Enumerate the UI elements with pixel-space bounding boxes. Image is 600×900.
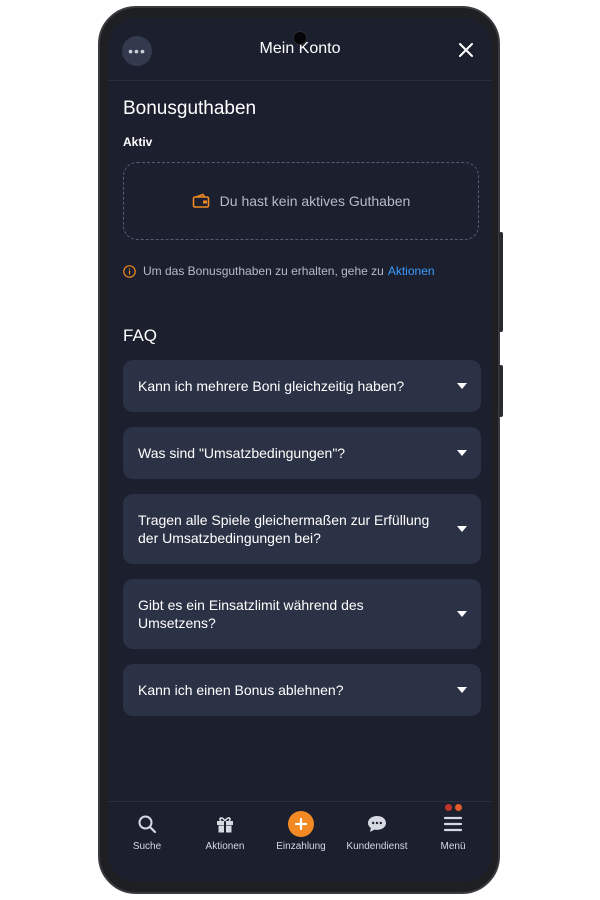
wallet-icon	[192, 193, 210, 209]
plus-circle-icon	[288, 811, 314, 837]
chevron-down-icon	[457, 687, 467, 693]
faq-question: Tragen alle Spiele gleichermaßen zur Erf…	[138, 512, 430, 546]
faq-item[interactable]: Was sind "Umsatzbedingungen"?	[123, 427, 481, 479]
empty-bonus-box: Du hast kein aktives Guthaben	[123, 162, 479, 240]
nav-label: Einzahlung	[276, 841, 326, 852]
camera-notch	[294, 32, 306, 44]
faq-item[interactable]: Gibt es ein Einsatzlimit während des Ums…	[123, 579, 481, 649]
nav-label: Aktionen	[205, 841, 245, 852]
faq-question: Kann ich mehrere Boni gleichzeitig haben…	[138, 378, 405, 394]
phone-side-button	[499, 365, 503, 417]
nav-item-search[interactable]: Suche	[109, 812, 185, 852]
nav-label: Suche	[132, 841, 162, 852]
bonus-heading: Bonusguthaben	[123, 98, 257, 119]
hamburger-icon	[443, 812, 463, 836]
header: ••• Mein Konto	[108, 18, 492, 81]
search-icon	[137, 812, 157, 836]
faq-heading: FAQ	[123, 326, 158, 345]
nav-item-support[interactable]: Kundendienst	[339, 812, 415, 852]
chevron-down-icon	[457, 450, 467, 456]
faq-question: Was sind "Umsatzbedingungen"?	[138, 445, 346, 461]
gift-icon	[215, 812, 235, 836]
app-screen: ••• Mein Konto Bonusguthaben Aktiv Du ha…	[108, 18, 492, 882]
info-line: Um das Bonusguthaben zu erhalten, gehe z…	[123, 264, 435, 278]
chevron-down-icon	[457, 383, 467, 389]
chevron-down-icon	[457, 526, 467, 532]
chevron-down-icon	[457, 611, 467, 617]
empty-bonus-text: Du hast kein aktives Guthaben	[219, 193, 411, 209]
faq-question: Kann ich einen Bonus ablehnen?	[138, 682, 344, 698]
close-icon[interactable]	[454, 38, 478, 62]
faq-question: Gibt es ein Einsatzlimit während des Ums…	[138, 597, 364, 631]
chat-bubble-icon	[366, 812, 388, 836]
faq-list: Kann ich mehrere Boni gleichzeitig haben…	[123, 360, 481, 731]
nav-label: Kundendienst	[346, 841, 408, 852]
faq-item[interactable]: Kann ich mehrere Boni gleichzeitig haben…	[123, 360, 481, 412]
nav-label: Menü	[440, 841, 466, 852]
info-text: Um das Bonusguthaben zu erhalten, gehe z…	[143, 264, 384, 278]
nav-item-menu[interactable]: Menü	[415, 812, 491, 852]
promotions-link[interactable]: Aktionen	[388, 264, 435, 278]
nav-item-deposit[interactable]: Einzahlung	[263, 811, 339, 852]
phone-side-button	[499, 232, 503, 332]
bottom-nav: Suche Aktionen Einzahlung Kundendienst M…	[108, 801, 492, 882]
nav-item-promotions[interactable]: Aktionen	[187, 812, 263, 852]
info-icon	[123, 264, 136, 278]
active-label: Aktiv	[123, 135, 153, 149]
faq-item[interactable]: Tragen alle Spiele gleichermaßen zur Erf…	[123, 494, 481, 564]
faq-item[interactable]: Kann ich einen Bonus ablehnen?	[123, 664, 481, 716]
